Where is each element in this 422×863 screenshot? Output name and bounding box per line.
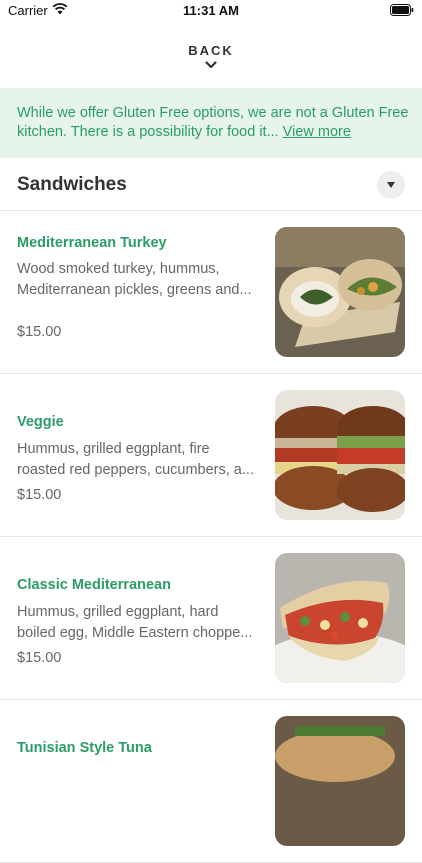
item-name: Classic Mediterranean	[17, 577, 171, 593]
status-bar: Carrier 11:31 AM	[0, 0, 422, 24]
menu-item[interactable]: Mediterranean Turkey Wood smoked turkey,…	[0, 211, 422, 374]
item-description: Hummus, grilled eggplant, hard boiled eg…	[17, 602, 262, 644]
item-description: Hummus, grilled eggplant, fire roasted r…	[17, 439, 262, 481]
item-description-line: Hummus, grilled eggplant, fire	[17, 441, 210, 457]
item-photo	[275, 227, 405, 357]
item-price: $15.00	[17, 324, 62, 340]
item-name: Tunisian Style Tuna	[17, 740, 152, 756]
item-price: $15.00	[17, 487, 62, 503]
section-header: Sandwiches	[0, 158, 422, 211]
menu-item[interactable]: Tunisian Style Tuna	[0, 700, 422, 863]
menu-item[interactable]: Classic Mediterranean Hummus, grilled eg…	[0, 537, 422, 700]
back-button[interactable]: BACK	[0, 40, 422, 80]
item-photo	[275, 553, 405, 683]
item-description-line: roasted red peppers, cucumbers, a...	[17, 462, 254, 478]
item-description-line: Hummus, grilled eggplant, hard	[17, 604, 219, 620]
section-title: Sandwiches	[17, 174, 127, 195]
item-photo	[275, 390, 405, 520]
item-photo	[275, 716, 405, 846]
status-time: 11:31 AM	[183, 3, 239, 18]
section-toggle-button[interactable]	[377, 171, 405, 199]
menu-item[interactable]: Veggie Hummus, grilled eggplant, fire ro…	[0, 374, 422, 537]
gluten-free-notice: While we offer Gluten Free options, we a…	[0, 88, 422, 158]
chevron-down-icon	[205, 61, 217, 69]
item-description-line: Wood smoked turkey, hummus,	[17, 261, 220, 277]
battery-icon	[390, 4, 414, 16]
back-label: BACK	[188, 43, 234, 58]
item-price: $15.00	[17, 650, 62, 666]
item-description-line: Mediterranean pickles, greens and...	[17, 282, 252, 298]
item-name: Mediterranean Turkey	[17, 235, 167, 251]
view-more-link[interactable]: View more	[283, 124, 351, 140]
item-description-line: boiled egg, Middle Eastern choppe...	[17, 625, 253, 641]
item-name: Veggie	[17, 414, 64, 430]
item-description: Wood smoked turkey, hummus, Mediterranea…	[17, 259, 262, 301]
notice-text: While we offer Gluten Free options, we a…	[17, 104, 409, 142]
caret-down-icon	[387, 182, 395, 188]
